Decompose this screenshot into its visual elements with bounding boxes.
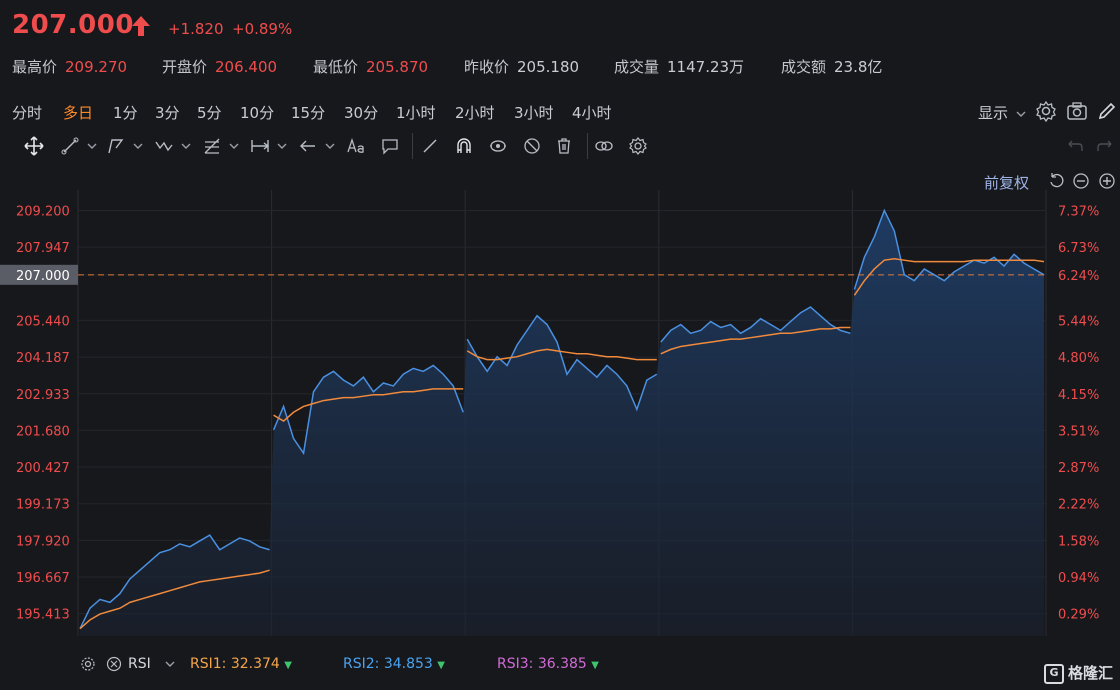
y-tick-label-left: 196.667 xyxy=(16,571,70,586)
arrow-up-icon xyxy=(132,16,150,36)
current-price: 207.000 xyxy=(12,10,134,40)
y-tick-label-right: 1.58% xyxy=(1058,534,1099,549)
tf-10min[interactable]: 10分 xyxy=(240,102,274,123)
stat-volume: 成交量 1147.23万 xyxy=(614,58,745,76)
text-icon[interactable] xyxy=(342,135,370,157)
y-tick-label-left: 195.413 xyxy=(16,608,70,623)
redo-icon[interactable] xyxy=(1092,135,1120,157)
trash-icon[interactable] xyxy=(550,135,578,157)
y-tick-label-right: 2.87% xyxy=(1058,461,1099,476)
tf-5min[interactable]: 5分 xyxy=(197,102,222,123)
chevron-down-icon[interactable] xyxy=(124,135,152,157)
y-tick-label-right: 0.29% xyxy=(1058,608,1099,623)
tf-2h[interactable]: 2小时 xyxy=(455,102,495,123)
stat-turnover: 成交额 23.8亿 xyxy=(781,58,883,76)
chevron-down-icon[interactable] xyxy=(164,658,176,670)
price-area xyxy=(80,210,1044,636)
y-tick-label-left: 199.173 xyxy=(16,498,70,513)
rsi3-value: RSI3: 36.385 ▼ xyxy=(497,656,599,672)
reset-icon[interactable] xyxy=(1048,172,1066,190)
y-tick-label-left: 202.933 xyxy=(16,388,70,403)
y-tick-label-left: 207.947 xyxy=(16,241,70,256)
y-tick-label-right: 4.80% xyxy=(1058,351,1099,366)
y-tick-label-right: 2.22% xyxy=(1058,498,1099,513)
stat-low: 最低价 205.870 xyxy=(313,58,429,76)
settings-icon[interactable] xyxy=(80,656,96,672)
camera-icon[interactable] xyxy=(1066,100,1088,122)
y-tick-label-right: 5.44% xyxy=(1058,314,1099,329)
y-tick-label-right: 4.15% xyxy=(1058,388,1099,403)
rsi2-value: RSI2: 34.853 ▼ xyxy=(343,656,445,672)
tf-fenshi[interactable]: 分时 xyxy=(12,102,42,123)
stat-prev-close: 昨收价 205.180 xyxy=(464,58,580,76)
tf-1min[interactable]: 1分 xyxy=(113,102,138,123)
zoom-out-icon[interactable] xyxy=(1072,172,1090,190)
y-tick-label-left: 200.427 xyxy=(16,461,70,476)
rsi1-value: RSI1: 32.374 ▼ xyxy=(190,656,292,672)
y-tick-label-left: 204.187 xyxy=(16,351,70,366)
tf-1h[interactable]: 1小时 xyxy=(396,102,436,123)
price-chart[interactable]: 209.200 207.947 205.440 204.187 202.933 201.6… xyxy=(0,190,1120,650)
y-tick-label-left: 205.440 xyxy=(16,314,70,329)
tf-multiday[interactable]: 多日 xyxy=(63,102,93,123)
rsi-label: RSI xyxy=(128,656,151,672)
tf-4h[interactable]: 4小时 xyxy=(572,102,612,123)
drawing-toolbar xyxy=(0,131,1120,161)
close-icon[interactable] xyxy=(106,656,122,672)
pencil-icon[interactable] xyxy=(1096,100,1118,122)
tf-15min[interactable]: 15分 xyxy=(291,102,325,123)
y-tick-label-right: 6.73% xyxy=(1058,241,1099,256)
tf-30min[interactable]: 30分 xyxy=(344,102,378,123)
link-icon[interactable] xyxy=(590,135,618,157)
quote-header: 207.000 +1.820 +0.89% xyxy=(12,10,1112,46)
comment-icon[interactable] xyxy=(376,135,404,157)
tf-3min[interactable]: 3分 xyxy=(155,102,180,123)
chevron-down-icon[interactable] xyxy=(172,135,200,157)
y-tick-label-left: 209.200 xyxy=(16,204,70,219)
ruler-icon[interactable] xyxy=(416,135,444,157)
price-change-pct: +0.89% xyxy=(232,20,293,38)
y-tick-label-right: 0.94% xyxy=(1058,571,1099,586)
y-tick-label-right: 3.51% xyxy=(1058,424,1099,439)
magnet-icon[interactable] xyxy=(450,135,478,157)
stat-open: 开盘价 206.400 xyxy=(162,58,278,76)
y-tick-label-right: 6.24% xyxy=(1058,269,1099,284)
chevron-down-icon xyxy=(1016,111,1026,117)
move-icon[interactable] xyxy=(20,135,48,157)
watermark-logo: G 格隆汇 xyxy=(1044,662,1113,684)
display-label: 显示 xyxy=(978,104,1009,122)
timeframe-bar: 分时 多日 1分 3分 5分 10分 15分 30分 1小时 2小时 3小时 4… xyxy=(0,98,1120,126)
current-price-tag-label: 207.000 xyxy=(16,269,70,284)
rsi-legend: RSI RSI1: 32.374 ▼ RSI2: 34.853 ▼ RSI3: … xyxy=(78,654,1120,676)
undo-icon[interactable] xyxy=(1060,135,1088,157)
tf-3h[interactable]: 3小时 xyxy=(514,102,554,123)
hide-icon[interactable] xyxy=(518,135,546,157)
y-tick-label-left: 197.920 xyxy=(16,534,70,549)
y-tick-label-right: 7.37% xyxy=(1058,204,1099,219)
chevron-down-icon[interactable] xyxy=(220,135,248,157)
y-tick-label-left: 201.680 xyxy=(16,424,70,439)
stat-high: 最高价 209.270 xyxy=(12,58,128,76)
price-change: +1.820 xyxy=(168,20,224,38)
settings-icon[interactable] xyxy=(624,135,652,157)
settings-icon[interactable] xyxy=(1035,100,1057,122)
eye-icon[interactable] xyxy=(484,135,512,157)
chevron-down-icon[interactable] xyxy=(316,135,344,157)
display-dropdown[interactable]: 显示 xyxy=(978,102,1026,123)
chevron-down-icon[interactable] xyxy=(268,135,296,157)
zoom-in-icon[interactable] xyxy=(1098,172,1116,190)
price-chart-svg[interactable]: 209.200 207.947 205.440 204.187 202.933 201.6… xyxy=(0,190,1120,650)
